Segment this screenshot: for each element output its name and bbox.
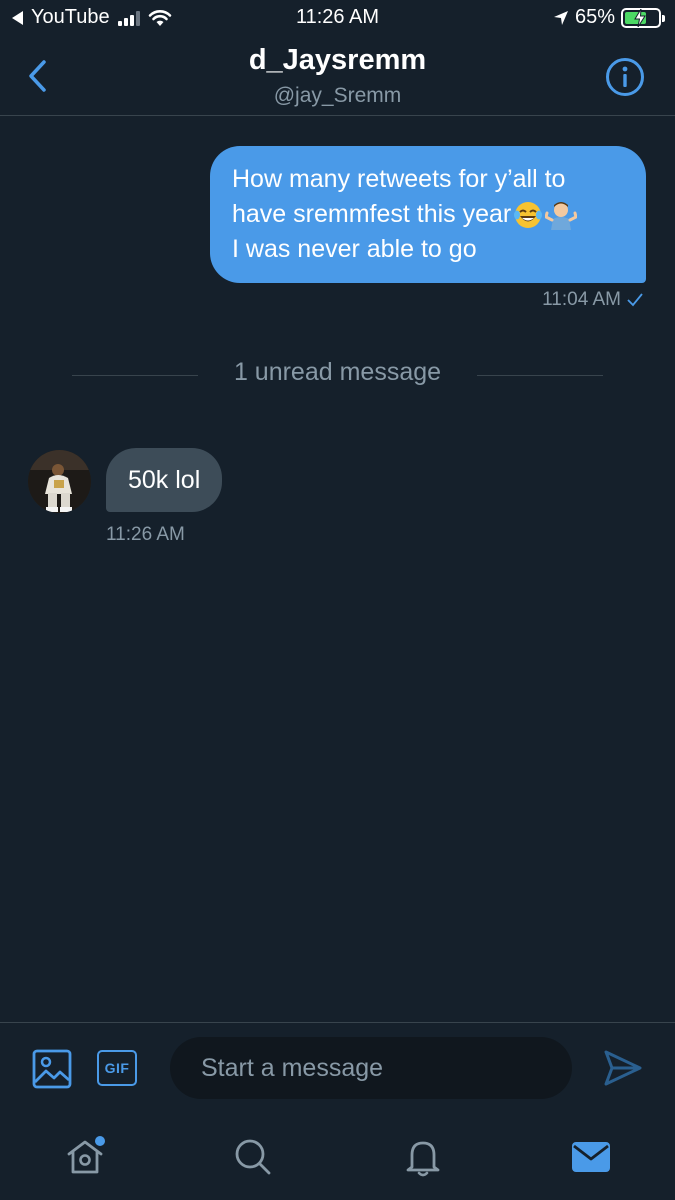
- message-line: I was never able to go: [232, 235, 477, 263]
- info-icon[interactable]: [605, 57, 645, 97]
- message-line: How many retweets for y’all to: [232, 165, 566, 193]
- conversation-header: d_Jaysremm @jay_Sremm: [0, 36, 675, 116]
- battery-percent: 65%: [574, 6, 615, 28]
- battery-icon: [621, 7, 665, 28]
- tab-messages[interactable]: [566, 1132, 616, 1182]
- charging-bolt-icon: [634, 8, 646, 27]
- tab-notifications[interactable]: [398, 1132, 448, 1182]
- back-arrow-icon: [12, 10, 23, 25]
- status-bar: YouTube 11:26 AM 65%: [0, 0, 675, 36]
- back-app-label: YouTube: [31, 6, 110, 28]
- message-line: have sremmfest this year: [232, 200, 512, 228]
- tab-home[interactable]: [60, 1132, 110, 1182]
- message-composer: GIF: [0, 1022, 675, 1112]
- incoming-message-bubble[interactable]: 50k lol: [106, 448, 223, 512]
- incoming-message-time: 11:26 AM: [106, 524, 185, 545]
- divider-line: [477, 375, 603, 376]
- man-shrugging-emoji: [545, 202, 578, 231]
- image-icon[interactable]: [32, 1049, 72, 1089]
- notification-dot: [95, 1136, 105, 1146]
- bottom-tab-bar: [0, 1112, 675, 1200]
- outgoing-message-time: 11:04 AM: [542, 289, 643, 311]
- send-icon[interactable]: [603, 1049, 643, 1087]
- gif-button[interactable]: GIF: [97, 1050, 137, 1086]
- sent-check-icon: [627, 293, 643, 307]
- conversation-handle: @jay_Sremm: [273, 84, 402, 107]
- avatar[interactable]: [28, 450, 91, 513]
- face-with-tears-of-joy-emoji: [514, 202, 543, 229]
- cellular-signal-icon: [117, 10, 140, 26]
- message-input[interactable]: [170, 1037, 572, 1099]
- tab-search[interactable]: [228, 1132, 278, 1182]
- location-arrow-icon: [553, 10, 568, 25]
- unread-divider: 1 unread message: [72, 358, 603, 390]
- status-back-to-app[interactable]: YouTube: [12, 6, 172, 29]
- wifi-icon: [148, 9, 171, 26]
- search-icon: [235, 1139, 271, 1175]
- outgoing-message-bubble[interactable]: How many retweets for y’all to have srem…: [210, 146, 646, 283]
- messages-icon: [572, 1142, 610, 1172]
- message-timestamp: 11:04 AM: [542, 289, 621, 310]
- avatar-photo: [28, 450, 91, 513]
- unread-divider-label: 1 unread message: [233, 358, 442, 386]
- conversation-title[interactable]: d_Jaysremm: [0, 44, 675, 77]
- notifications-icon: [406, 1141, 440, 1177]
